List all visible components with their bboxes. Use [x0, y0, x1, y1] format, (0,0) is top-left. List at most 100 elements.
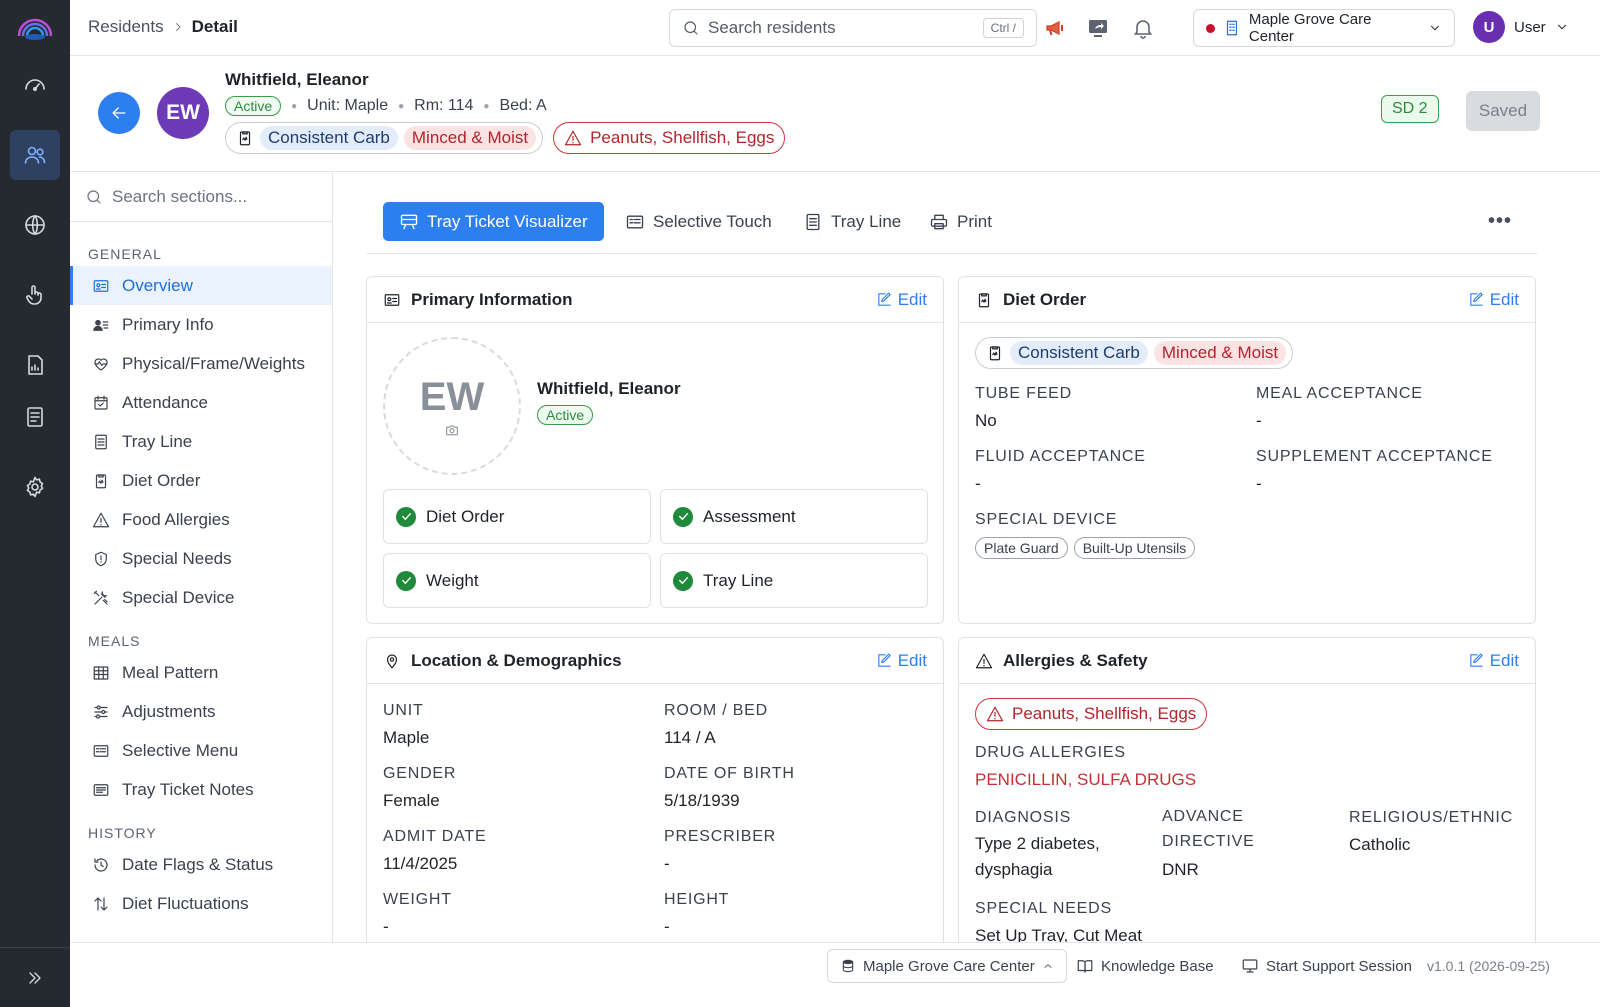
section-attendance[interactable]: Attendance — [70, 383, 332, 422]
menu-card-icon — [93, 744, 109, 757]
back-button[interactable] — [98, 92, 140, 134]
rail-settings[interactable] — [10, 462, 60, 512]
database-icon — [842, 959, 854, 973]
profile-status-badge: Active — [537, 405, 594, 425]
rail-globe[interactable] — [10, 200, 60, 250]
edit-button[interactable]: Edit — [1468, 651, 1519, 671]
book-icon — [1077, 960, 1093, 973]
section-tray-ticket-notes[interactable]: Tray Ticket Notes — [70, 770, 332, 809]
allergies-safety-card: Allergies & Safety Edit Peanuts, Shellfi… — [958, 637, 1536, 942]
section-physical[interactable]: Physical/Frame/Weights — [70, 344, 332, 383]
support-session-button[interactable]: Start Support Session — [1241, 949, 1412, 983]
tray-ticket-visualizer-button[interactable]: Tray Ticket Visualizer — [383, 202, 604, 241]
section-primary-info[interactable]: Primary Info — [70, 305, 332, 344]
rail-touch[interactable] — [10, 270, 60, 320]
diet-pill[interactable]: Consistent Carb Minced & Moist — [975, 337, 1294, 369]
menu-card-icon — [626, 215, 644, 228]
megaphone-icon[interactable] — [1043, 16, 1067, 40]
chevron-right-icon — [175, 23, 181, 31]
height-field: HEIGHT - — [664, 891, 730, 936]
chevron-up-icon — [1044, 964, 1052, 968]
camera-icon — [446, 424, 458, 435]
tray-line-button[interactable]: Tray Line — [803, 202, 901, 241]
rail-menus[interactable] — [10, 392, 60, 442]
print-button[interactable]: Print — [929, 202, 992, 241]
clipboard-icon — [95, 473, 107, 488]
status-tile-assessment[interactable]: Assessment — [660, 489, 928, 544]
group-history: HISTORY — [88, 825, 157, 841]
bell-icon[interactable] — [1131, 16, 1155, 40]
resident-room: Rm: 114 — [414, 97, 474, 114]
dob-field: DATE OF BIRTH 5/18/1939 — [664, 765, 795, 810]
calendar-check-icon — [94, 395, 108, 410]
section-overview[interactable]: Overview — [70, 266, 332, 305]
card-header: Diet Order Edit — [959, 277, 1535, 323]
main-content: Tray Ticket Visualizer Selective Touch T… — [334, 172, 1600, 942]
weight-field: WEIGHT - — [383, 891, 452, 936]
selective-touch-button[interactable]: Selective Touch — [625, 202, 772, 241]
section-food-allergies[interactable]: Food Allergies — [70, 500, 332, 539]
top-bar: Residents Detail Search residents Ctrl /… — [70, 0, 1600, 56]
facility-selector[interactable]: Maple Grove Care Center — [1193, 9, 1455, 47]
footer-facility-selector[interactable]: Maple Grove Care Center — [827, 949, 1067, 983]
rail-expand-button[interactable] — [0, 947, 70, 1007]
knowledge-base-link[interactable]: Knowledge Base — [1076, 949, 1214, 983]
rail-dashboard[interactable] — [10, 60, 60, 110]
edit-icon — [877, 292, 891, 306]
section-special-device[interactable]: Special Device — [70, 578, 332, 617]
section-meal-pattern[interactable]: Meal Pattern — [70, 653, 332, 692]
user-menu[interactable]: U User — [1473, 11, 1569, 43]
edit-button[interactable]: Edit — [876, 651, 927, 671]
diagnosis-field: DIAGNOSIS Type 2 diabetes, dysphagia — [975, 809, 1100, 879]
app-rail — [0, 0, 70, 1007]
rail-reports[interactable] — [10, 340, 60, 390]
section-special-needs[interactable]: Special Needs — [70, 539, 332, 578]
share-screen-icon[interactable] — [1086, 16, 1110, 40]
search-icon — [684, 21, 698, 35]
edit-icon — [877, 653, 891, 667]
edit-icon — [1469, 292, 1483, 306]
breadcrumb: Residents Detail — [88, 17, 238, 37]
check-icon — [396, 506, 416, 527]
facility-status-dot — [1206, 23, 1215, 33]
check-icon — [673, 570, 693, 591]
sd-badge[interactable]: SD 2 — [1381, 95, 1439, 123]
edit-button[interactable]: Edit — [1468, 290, 1519, 310]
version-label: v1.0.1 (2026-09-25) — [1427, 958, 1550, 974]
section-selective-menu[interactable]: Selective Menu — [70, 731, 332, 770]
printer-icon — [930, 214, 948, 229]
search-icon — [87, 189, 101, 204]
section-date-flags[interactable]: Date Flags & Status — [70, 845, 332, 884]
breadcrumb-parent[interactable]: Residents — [88, 17, 164, 37]
id-card-icon — [384, 293, 400, 306]
status-tile-weight[interactable]: Weight — [383, 553, 651, 608]
chevron-down-icon — [1557, 24, 1566, 30]
section-search-input[interactable]: Search sections... — [70, 172, 332, 222]
section-adjustments[interactable]: Adjustments — [70, 692, 332, 731]
app-logo-icon — [17, 18, 53, 40]
hand-pointer-icon — [26, 285, 42, 305]
meal-acceptance-field: MEAL ACCEPTANCE - — [1256, 385, 1423, 430]
edit-button[interactable]: Edit — [876, 290, 927, 310]
allergy-pill[interactable]: Peanuts, Shellfish, Eggs — [975, 698, 1208, 730]
arrow-left-icon — [112, 107, 126, 119]
diet-texture-chip: Consistent Carb — [260, 126, 398, 150]
special-device-field: SPECIAL DEVICE Plate Guard Built-Up Uten… — [975, 511, 1196, 559]
profile-name: Whitfield, Eleanor — [537, 379, 681, 398]
list-document-icon — [95, 434, 107, 449]
search-input[interactable]: Search residents Ctrl / — [669, 9, 1037, 47]
card-header: Location & Demographics Edit — [367, 638, 943, 684]
diet-pill[interactable]: Consistent Carb Minced & Moist — [225, 122, 544, 154]
device-chip: Built-Up Utensils — [1073, 537, 1196, 559]
section-diet-order[interactable]: Diet Order — [70, 461, 332, 500]
saved-button[interactable]: Saved — [1466, 91, 1540, 131]
photo-placeholder[interactable]: EW — [383, 337, 521, 475]
rail-residents[interactable] — [10, 130, 60, 180]
allergy-pill[interactable]: Peanuts, Shellfish, Eggs — [553, 122, 786, 154]
status-tile-diet-order[interactable]: Diet Order — [383, 489, 651, 544]
sort-arrows-icon — [94, 896, 108, 911]
status-tile-tray-line[interactable]: Tray Line — [660, 553, 928, 608]
more-options-button[interactable]: ••• — [1488, 210, 1512, 233]
section-tray-line[interactable]: Tray Line — [70, 422, 332, 461]
section-diet-fluctuations[interactable]: Diet Fluctuations — [70, 884, 332, 923]
